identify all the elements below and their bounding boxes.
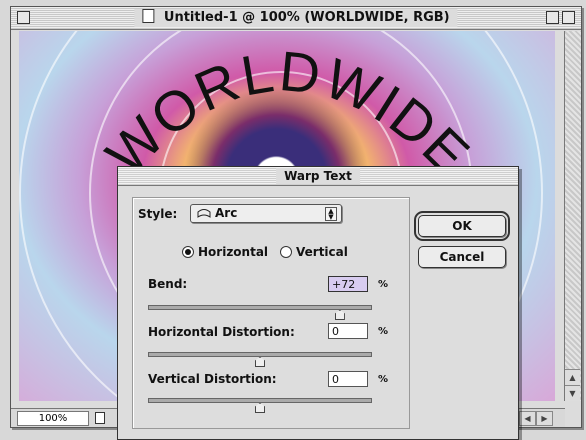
bend-unit: % bbox=[378, 279, 389, 290]
zoom-box[interactable] bbox=[546, 11, 559, 24]
horizontal-scrollbar[interactable]: ◀ ▶ bbox=[519, 411, 565, 426]
warp-text-dialog: Warp Text Style: Arc ▲ ▼ Horizontal Verti… bbox=[117, 166, 519, 440]
bend-input[interactable]: +72 bbox=[328, 276, 368, 292]
settings-group bbox=[132, 197, 410, 429]
vertical-scrollbar[interactable]: ▲ ▼ bbox=[564, 31, 581, 401]
document-info-icon[interactable] bbox=[95, 412, 105, 424]
scroll-up-arrow-icon[interactable]: ▲ bbox=[565, 369, 580, 385]
svg-text:WORLDWIDE: WORLDWIDE bbox=[94, 39, 483, 187]
radio-unselected-icon bbox=[280, 246, 292, 258]
dropdown-arrows-icon: ▲ ▼ bbox=[325, 207, 337, 221]
radio-selected-icon bbox=[182, 246, 194, 258]
document-title-container: Untitled-1 @ 100% (WORLDWIDE, RGB) bbox=[134, 9, 458, 27]
horizontal-distortion-input[interactable]: 0 bbox=[328, 323, 368, 339]
style-dropdown[interactable]: Arc ▲ ▼ bbox=[190, 204, 342, 223]
bend-slider[interactable] bbox=[148, 305, 372, 320]
vertical-radio-label: Vertical bbox=[296, 245, 348, 259]
close-box[interactable] bbox=[17, 11, 30, 24]
horizontal-distortion-label: Horizontal Distortion: bbox=[148, 325, 295, 339]
dialog-titlebar[interactable]: Warp Text bbox=[118, 167, 518, 186]
scroll-right-arrow-icon[interactable]: ▶ bbox=[536, 411, 553, 426]
horizontal-distortion-unit: % bbox=[378, 326, 389, 337]
document-titlebar[interactable]: Untitled-1 @ 100% (WORLDWIDE, RGB) bbox=[11, 7, 581, 30]
style-value: Arc bbox=[215, 206, 238, 220]
vertical-radio[interactable]: Vertical bbox=[280, 245, 348, 259]
vertical-distortion-unit: % bbox=[378, 374, 389, 385]
ok-button[interactable]: OK bbox=[414, 211, 510, 241]
canvas-text: WORLDWIDE bbox=[94, 39, 481, 187]
bend-label: Bend: bbox=[148, 277, 188, 291]
zoom-field[interactable]: 100% bbox=[17, 411, 89, 426]
document-title: Untitled-1 @ 100% (WORLDWIDE, RGB) bbox=[163, 10, 450, 25]
horizontal-radio[interactable]: Horizontal bbox=[182, 245, 268, 259]
vertical-distortion-label: Vertical Distortion: bbox=[148, 372, 277, 386]
horizontal-radio-label: Horizontal bbox=[198, 245, 269, 259]
cancel-button[interactable]: Cancel bbox=[418, 246, 506, 268]
dialog-title: Warp Text bbox=[276, 168, 360, 184]
scroll-left-arrow-icon[interactable]: ◀ bbox=[519, 411, 536, 426]
arc-style-icon bbox=[197, 209, 211, 218]
horizontal-distortion-slider[interactable] bbox=[148, 352, 372, 367]
document-icon bbox=[142, 9, 155, 23]
vertical-distortion-slider[interactable] bbox=[148, 398, 372, 413]
scroll-down-arrow-icon[interactable]: ▼ bbox=[565, 385, 580, 401]
vertical-distortion-input[interactable]: 0 bbox=[328, 371, 368, 387]
collapse-box[interactable] bbox=[562, 11, 575, 24]
style-label: Style: bbox=[138, 207, 178, 221]
